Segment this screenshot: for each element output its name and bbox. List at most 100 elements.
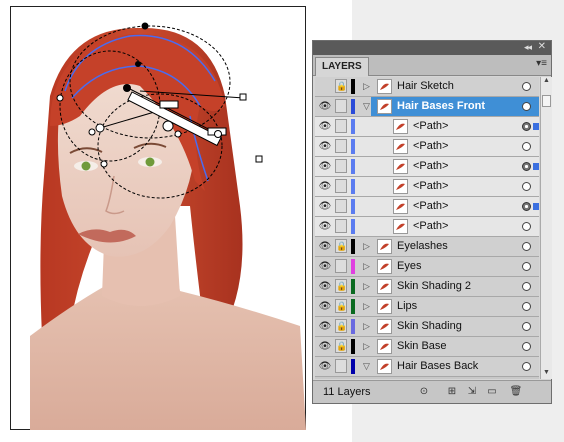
disclosure-triangle-icon[interactable]: ▷ <box>363 241 370 252</box>
eye-icon[interactable]: 👁 <box>317 340 333 353</box>
layer-name-cell[interactable]: ▽ Hair Bases Front <box>363 97 539 116</box>
layer-name-cell[interactable]: ▷ Lips <box>363 297 539 316</box>
eye-icon[interactable]: 👁 <box>317 220 333 233</box>
layers-scrollbar[interactable]: ▲ ▼ <box>540 77 552 379</box>
locate-object-icon[interactable]: ⊙ <box>417 385 431 398</box>
disclosure-triangle-icon[interactable]: ▷ <box>363 341 370 352</box>
close-panel-icon[interactable]: ✕ <box>538 41 546 52</box>
eye-icon[interactable]: 👁 <box>317 280 333 293</box>
delete-layer-icon[interactable]: 🗑 <box>509 385 523 398</box>
target-circle-icon[interactable] <box>522 182 531 191</box>
selected-art-indicator[interactable] <box>533 123 539 130</box>
target-circle-icon[interactable] <box>522 362 531 371</box>
layer-row[interactable]: 👁 🔒 ▷ Eyelashes <box>315 237 539 257</box>
portrait-artwork[interactable] <box>10 6 306 430</box>
lock-icon[interactable] <box>335 159 347 173</box>
lock-icon[interactable] <box>335 99 347 113</box>
eye-icon[interactable]: 👁 <box>317 240 333 253</box>
layer-name-cell[interactable]: <Path> <box>371 217 539 236</box>
target-circle-icon[interactable] <box>522 262 531 271</box>
layer-name-cell[interactable]: <Path> <box>371 177 539 196</box>
make-clipping-mask-icon[interactable]: ⊞ <box>445 385 459 398</box>
layer-name-cell[interactable]: ▷ Eyelashes <box>363 237 539 256</box>
lock-icon[interactable] <box>335 179 347 193</box>
lock-icon[interactable]: 🔒 <box>335 279 347 293</box>
eye-icon[interactable]: 👁 <box>317 180 333 193</box>
layer-name-cell[interactable]: ▷ Skin Shading <box>363 317 539 336</box>
sublayer-row[interactable]: 👁 <Path> <box>315 117 539 137</box>
lock-icon[interactable]: 🔒 <box>335 319 347 333</box>
sublayer-row[interactable]: 👁 <Path> <box>315 157 539 177</box>
lock-icon[interactable] <box>335 219 347 233</box>
eye-icon[interactable]: 👁 <box>317 120 333 133</box>
target-circle-icon[interactable] <box>522 142 531 151</box>
layer-name-cell[interactable]: ▷ Skin Shading 2 <box>363 277 539 296</box>
layer-name-cell[interactable]: ▽ Hair Bases Back <box>363 357 539 376</box>
disclosure-triangle-icon[interactable]: ▷ <box>363 301 370 312</box>
layer-name-cell[interactable]: ▷ Eyes <box>363 257 539 276</box>
disclosure-triangle-icon[interactable]: ▽ <box>363 361 370 372</box>
layer-row[interactable]: 🔒 ▷ Hair Sketch <box>315 77 539 97</box>
target-circle-icon[interactable] <box>522 222 531 231</box>
eye-icon[interactable]: 👁 <box>317 300 333 313</box>
eye-icon[interactable] <box>317 80 333 93</box>
lock-icon[interactable]: 🔒 <box>335 299 347 313</box>
layer-name-cell[interactable]: ▷ Skin Base <box>363 337 539 356</box>
eye-icon[interactable]: 👁 <box>317 160 333 173</box>
layer-row[interactable]: 👁 ▽ Hair Bases Back <box>315 357 539 377</box>
lock-icon[interactable] <box>335 259 347 273</box>
scroll-down-icon[interactable]: ▼ <box>541 369 552 379</box>
lock-icon[interactable] <box>335 359 347 373</box>
lock-icon[interactable] <box>335 199 347 213</box>
scroll-up-icon[interactable]: ▲ <box>541 77 552 87</box>
target-circle-icon[interactable] <box>522 162 531 171</box>
selected-art-indicator[interactable] <box>533 203 539 210</box>
target-circle-icon[interactable] <box>522 202 531 211</box>
layer-row[interactable]: 👁 ▽ Hair Bases Front <box>315 97 539 117</box>
lock-icon[interactable]: 🔒 <box>335 239 347 253</box>
sublayer-row[interactable]: 👁 <Path> <box>315 217 539 237</box>
target-circle-icon[interactable] <box>522 102 531 111</box>
layer-row[interactable]: 👁 🔒 ▷ Lips <box>315 297 539 317</box>
layer-name-cell[interactable]: <Path> <box>371 137 539 156</box>
panel-title-bar[interactable]: ◂◂ ✕ <box>313 41 551 55</box>
disclosure-triangle-icon[interactable]: ▷ <box>363 81 370 92</box>
lock-icon[interactable] <box>335 139 347 153</box>
eye-icon[interactable]: 👁 <box>317 260 333 273</box>
disclosure-triangle-icon[interactable]: ▷ <box>363 261 370 272</box>
layer-name-cell[interactable]: ▷ Hair Sketch <box>363 77 539 96</box>
panel-menu-icon[interactable]: ▾≡ <box>536 58 547 69</box>
target-circle-icon[interactable] <box>522 322 531 331</box>
lock-icon[interactable]: 🔒 <box>335 79 347 93</box>
eye-icon[interactable]: 👁 <box>317 100 333 113</box>
layer-row[interactable]: 👁 🔒 ▷ Skin Shading 2 <box>315 277 539 297</box>
eye-icon[interactable]: 👁 <box>317 320 333 333</box>
new-sublayer-icon[interactable]: ⇲ <box>465 385 479 398</box>
sublayer-row[interactable]: 👁 <Path> <box>315 137 539 157</box>
layer-name-cell[interactable]: <Path> <box>371 157 539 176</box>
target-circle-icon[interactable] <box>522 82 531 91</box>
sublayer-row[interactable]: 👁 <Path> <box>315 197 539 217</box>
target-circle-icon[interactable] <box>522 302 531 311</box>
eye-icon[interactable]: 👁 <box>317 360 333 373</box>
disclosure-triangle-icon[interactable]: ▷ <box>363 321 370 332</box>
scroll-thumb[interactable] <box>542 95 551 107</box>
layer-name-cell[interactable]: <Path> <box>371 117 539 136</box>
new-layer-icon[interactable]: ▭ <box>485 385 499 398</box>
sublayer-row[interactable]: 👁 <Path> <box>315 177 539 197</box>
selected-art-indicator[interactable] <box>533 163 539 170</box>
lock-icon[interactable] <box>335 119 347 133</box>
layer-name-cell[interactable]: <Path> <box>371 197 539 216</box>
eye-icon[interactable]: 👁 <box>317 200 333 213</box>
collapse-panel-icon[interactable]: ◂◂ <box>524 42 532 53</box>
layer-row[interactable]: 👁 🔒 ▷ Skin Base <box>315 337 539 357</box>
disclosure-triangle-icon[interactable]: ▽ <box>363 101 370 112</box>
disclosure-triangle-icon[interactable]: ▷ <box>363 281 370 292</box>
target-circle-icon[interactable] <box>522 342 531 351</box>
layer-row[interactable]: 👁 🔒 ▷ Skin Shading <box>315 317 539 337</box>
target-circle-icon[interactable] <box>522 282 531 291</box>
layer-row[interactable]: 👁 ▷ Eyes <box>315 257 539 277</box>
target-circle-icon[interactable] <box>522 242 531 251</box>
tab-layers[interactable]: LAYERS <box>315 57 369 76</box>
target-circle-icon[interactable] <box>522 122 531 131</box>
